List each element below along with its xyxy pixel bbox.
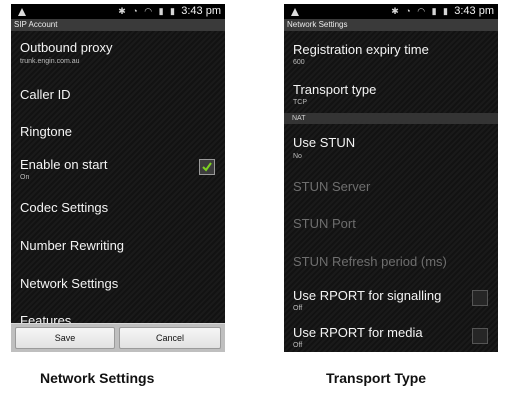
status-icons: ✱ ◔ ◠ ▮ ▮ — [391, 6, 450, 16]
checkmark-icon — [202, 162, 212, 172]
item-label: Use RPORT for media — [293, 325, 423, 340]
item-label: STUN Port — [293, 216, 356, 231]
item-value: trunk.engin.com.au — [20, 58, 80, 65]
status-bar: ✱ ◔ ◠ ▮ ▮ 3:43 pm — [284, 4, 498, 19]
item-transport-type[interactable]: Transport type TCP — [284, 71, 498, 110]
item-label: Registration expiry time — [293, 42, 429, 57]
item-value: Off — [293, 305, 303, 312]
status-bar: ✱ ◔ ◠ ▮ ▮ 3:43 pm — [11, 4, 225, 19]
item-value: On — [20, 174, 30, 181]
item-use-rport-media[interactable]: Use RPORT for media Off — [284, 318, 498, 352]
enable-on-start-checkbox[interactable] — [199, 159, 215, 175]
item-registration-expiry[interactable]: Registration expiry time 600 — [284, 31, 498, 71]
item-label: Use STUN — [293, 135, 356, 150]
item-value: TCP — [293, 99, 307, 106]
item-label: Ringtone — [20, 124, 73, 139]
caption-network-settings: Network Settings — [40, 370, 155, 386]
item-label: STUN Server — [293, 179, 371, 194]
app-icon — [18, 8, 26, 16]
caption-transport-type: Transport Type — [326, 370, 427, 386]
item-value: 600 — [293, 59, 305, 66]
item-outbound-proxy[interactable]: Outbound proxy trunk.engin.com.au — [11, 31, 225, 67]
section-header-nat: NAT — [284, 113, 498, 124]
rport-signalling-checkbox[interactable] — [472, 290, 488, 306]
status-time: 3:43 pm — [454, 5, 494, 17]
button-bar: Save Cancel — [11, 323, 225, 352]
status-time: 3:43 pm — [181, 5, 221, 17]
item-codec-settings[interactable]: Codec Settings — [11, 183, 225, 221]
rport-media-checkbox[interactable] — [472, 328, 488, 344]
cancel-button[interactable]: Cancel — [119, 327, 221, 349]
item-label: STUN Refresh period (ms) — [293, 254, 447, 269]
save-button[interactable]: Save — [15, 327, 115, 349]
item-enable-on-start[interactable]: Enable on start On — [11, 143, 225, 183]
settings-list: Outbound proxy trunk.engin.com.au Caller… — [11, 31, 225, 352]
status-icons: ✱ ◔ ◠ ▮ ▮ — [118, 6, 177, 16]
item-stun-server: STUN Server — [284, 166, 498, 204]
item-network-settings[interactable]: Network Settings — [11, 259, 225, 297]
phone-screen-network-settings: ✱ ◔ ◠ ▮ ▮ 3:43 pm Network Settings Regis… — [284, 4, 498, 352]
item-label: Number Rewriting — [20, 238, 125, 253]
item-use-stun[interactable]: Use STUN No — [284, 124, 498, 166]
item-label: Network Settings — [20, 276, 119, 291]
item-value: Off — [293, 342, 303, 349]
item-stun-refresh-period: STUN Refresh period (ms) — [284, 242, 498, 280]
item-label: Enable on start — [20, 157, 108, 172]
item-ringtone[interactable]: Ringtone — [11, 105, 225, 143]
item-label: Codec Settings — [20, 200, 109, 215]
item-label: Outbound proxy — [20, 40, 113, 55]
item-caller-id[interactable]: Caller ID — [11, 67, 225, 105]
screen-title: Network Settings — [284, 19, 498, 31]
phone-screen-sip-account: ✱ ◔ ◠ ▮ ▮ 3:43 pm SIP Account Outbound p… — [11, 4, 225, 352]
settings-list: Registration expiry time 600 Transport t… — [284, 31, 498, 352]
item-value: No — [293, 153, 302, 160]
item-number-rewriting[interactable]: Number Rewriting — [11, 221, 225, 259]
screen-title: SIP Account — [11, 19, 225, 31]
item-stun-port: STUN Port — [284, 204, 498, 242]
item-label: Caller ID — [20, 87, 71, 102]
item-label: Transport type — [293, 82, 377, 97]
item-use-rport-signalling[interactable]: Use RPORT for signalling Off — [284, 280, 498, 318]
app-icon — [291, 8, 299, 16]
item-label: Use RPORT for signalling — [293, 288, 442, 303]
